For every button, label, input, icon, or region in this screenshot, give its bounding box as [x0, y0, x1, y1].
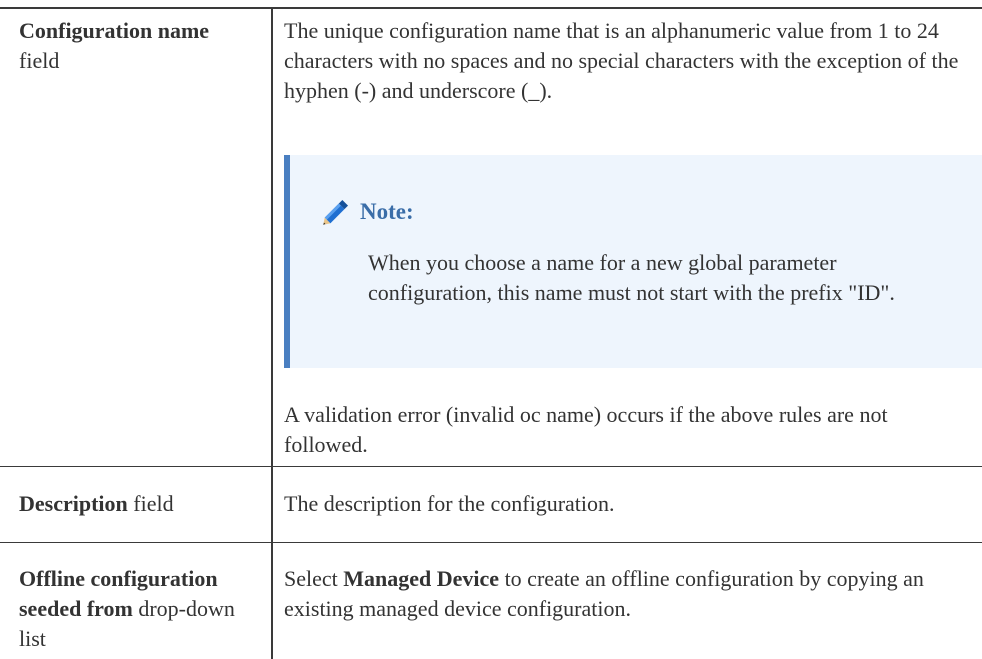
term-rest: field — [19, 48, 60, 73]
term-rest: field — [133, 491, 174, 516]
definition-description: The description for the configuration. — [284, 491, 615, 516]
term-description: Description field — [19, 489, 259, 519]
definition-offline-configuration: Select Managed Device to create an offli… — [284, 564, 974, 624]
parameter-table: Configuration name field The unique conf… — [0, 0, 982, 659]
note-heading: Note: — [318, 195, 414, 229]
table-row-divider — [0, 466, 982, 467]
pencil-icon — [318, 195, 354, 229]
definition-configuration-name: The unique configuration name that is an… — [284, 18, 959, 103]
term-configuration-name: Configuration name field — [19, 16, 259, 76]
note-box: Note: When you choose a name for a new g… — [284, 155, 982, 368]
note-title: Note: — [360, 199, 414, 224]
term-bold: Description — [19, 491, 128, 516]
note-accent-bar — [284, 155, 290, 368]
definition-bold: Managed Device — [343, 566, 500, 591]
definition-validation-error: A validation error (invalid oc name) occ… — [284, 402, 888, 457]
table-column-divider — [271, 7, 273, 659]
term-offline-configuration: Offline configuration seeded from drop-d… — [19, 564, 264, 654]
term-bold: Configuration name — [19, 18, 210, 43]
table-top-rule — [0, 7, 982, 9]
definition-prefix: Select — [284, 566, 338, 591]
table-row-divider — [0, 542, 982, 543]
note-text: When you choose a name for a new global … — [368, 250, 895, 305]
